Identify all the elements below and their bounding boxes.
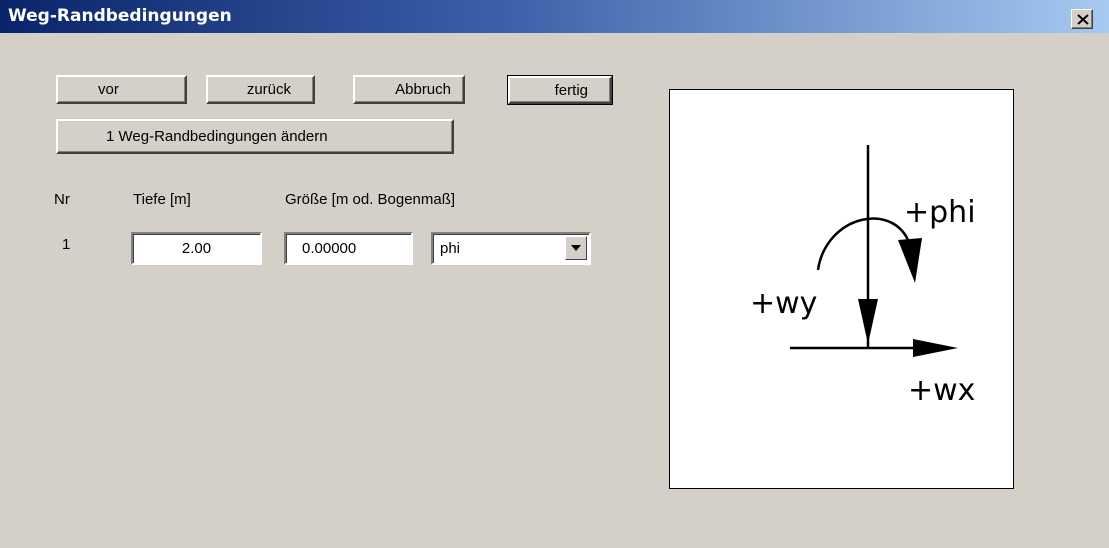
phi-rotation-arc xyxy=(816,217,912,271)
groesse-value: 0.00000 xyxy=(302,240,357,257)
phi-arrow-head xyxy=(898,238,922,283)
zurueck-button[interactable]: zurück xyxy=(206,75,315,104)
change-boundary-conditions-label: 1 Weg-Randbedingungen ändern xyxy=(106,128,328,145)
zurueck-button-label: zurück xyxy=(246,81,291,98)
fertig-button-label: fertig xyxy=(554,81,588,99)
dropdown-button[interactable] xyxy=(565,236,587,260)
change-boundary-conditions-button[interactable]: 1 Weg-Randbedingungen ändern xyxy=(56,119,454,154)
vor-button[interactable]: vor xyxy=(56,75,187,104)
header-groesse: Größe [m od. Bogenmaß] xyxy=(285,191,456,208)
title-bar: Weg-Randbedingungen xyxy=(0,0,1109,33)
wx-arrow-head xyxy=(913,339,958,357)
wx-label: +wx xyxy=(908,373,975,408)
vor-button-label: vor xyxy=(98,81,119,98)
close-icon xyxy=(1077,14,1089,25)
abbruch-button-label: Abbruch xyxy=(395,81,451,98)
abbruch-button[interactable]: Abbruch xyxy=(353,75,465,104)
row-nr: 1 xyxy=(62,236,71,253)
close-button[interactable] xyxy=(1071,9,1093,29)
phi-label: +phi xyxy=(904,195,976,230)
window-title: Weg-Randbedingungen xyxy=(8,6,232,26)
fertig-button[interactable]: fertig xyxy=(507,75,613,105)
groesse-input[interactable]: 0.00000 xyxy=(284,232,413,265)
header-nr: Nr xyxy=(54,191,70,208)
type-select-value: phi xyxy=(440,240,461,257)
sign-convention-diagram: +phi +wy +wx xyxy=(669,89,1014,489)
tiefe-value: 2.00 xyxy=(181,240,212,257)
wy-arrow-head xyxy=(858,299,878,344)
tiefe-input[interactable]: 2.00 xyxy=(131,232,262,265)
wy-label: +wy xyxy=(750,286,817,321)
header-tiefe: Tiefe [m] xyxy=(133,191,191,208)
type-select[interactable]: phi xyxy=(431,232,591,265)
sign-convention-figure: +phi +wy +wx xyxy=(750,145,976,408)
chevron-down-icon xyxy=(571,245,581,251)
